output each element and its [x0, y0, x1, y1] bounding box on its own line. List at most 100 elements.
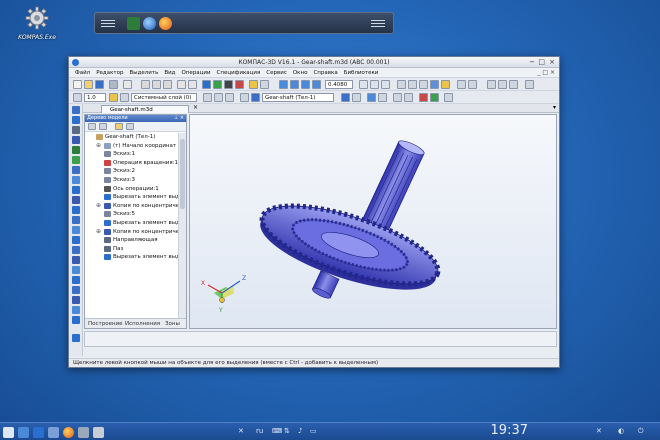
menu-select[interactable]: Выделить: [126, 68, 161, 76]
tool-lib-icon[interactable]: [72, 316, 80, 324]
color-icon[interactable]: [341, 93, 350, 102]
tray-user-icon[interactable]: ◐: [618, 427, 624, 435]
desktop-icon-kompas[interactable]: KOMPAS.Exe: [14, 6, 60, 41]
copy-icon[interactable]: [152, 80, 161, 89]
perspective-icon[interactable]: [457, 80, 466, 89]
filter-icon[interactable]: [487, 80, 496, 89]
browser-globe-icon[interactable]: [143, 17, 156, 30]
tree-item[interactable]: Ось операции:1: [85, 185, 178, 194]
snap-icon[interactable]: [498, 80, 507, 89]
tool-symbols-icon[interactable]: [72, 236, 80, 244]
open-file-icon[interactable]: [84, 80, 93, 89]
halftone-icon[interactable]: [430, 80, 439, 89]
halftone-edges-icon[interactable]: [441, 80, 450, 89]
tool-pipes-icon[interactable]: [72, 246, 80, 254]
tool-assembly-icon[interactable]: [72, 276, 80, 284]
taskbar-app-icon[interactable]: [48, 427, 59, 438]
tool-array-icon[interactable]: [72, 156, 80, 164]
taskbar-window-icon[interactable]: [78, 427, 89, 438]
tool-mates-icon[interactable]: [72, 256, 80, 264]
tray-network-icon[interactable]: ⇅: [284, 427, 290, 435]
tab-construction[interactable]: Построение: [88, 321, 123, 327]
close-button[interactable]: ×: [549, 58, 555, 66]
close-tab-icon[interactable]: ×: [193, 104, 198, 111]
print-icon[interactable]: [109, 80, 118, 89]
pan-icon[interactable]: [370, 80, 379, 89]
menu-specification[interactable]: Спецификация: [214, 68, 264, 76]
tool-bottom-icon[interactable]: [72, 334, 80, 342]
menu-editor[interactable]: Редактор: [93, 68, 126, 76]
body-field[interactable]: Gear-shaft (Тел-1): [262, 93, 334, 102]
save-icon[interactable]: [95, 80, 104, 89]
panel-menu-left-icon[interactable]: [101, 20, 115, 28]
tree-sort-icon[interactable]: [126, 123, 134, 130]
launcher-app-icon[interactable]: [127, 17, 140, 30]
orientation-icon-2[interactable]: [240, 93, 249, 102]
tool-filter-icon[interactable]: [72, 186, 80, 194]
tree-item[interactable]: Эскиз:3: [85, 176, 178, 185]
expand-icon[interactable]: ⊕: [96, 202, 101, 209]
manager-icon[interactable]: [202, 80, 211, 89]
tool-macro-icon[interactable]: [72, 286, 80, 294]
tool-render-icon[interactable]: [72, 306, 80, 314]
new-file-icon[interactable]: [73, 80, 82, 89]
tree-view-icon[interactable]: [88, 123, 96, 130]
tree-scrollbar[interactable]: [178, 133, 186, 318]
tool-weld-icon[interactable]: [72, 266, 80, 274]
menu-window[interactable]: Окно: [290, 68, 311, 76]
preview-icon[interactable]: [123, 80, 132, 89]
tab-gear-shaft[interactable]: Gear-shaft.m3d: [101, 105, 189, 113]
zoom-field[interactable]: 0.4080: [325, 80, 353, 89]
model-viewport[interactable]: X Z Y: [189, 114, 557, 329]
menu-libraries[interactable]: Библиотеки: [341, 68, 382, 76]
hidden-lines-icon[interactable]: [408, 80, 417, 89]
line-style-icon[interactable]: [393, 93, 402, 102]
tree-item[interactable]: Вырезать элемент выда: [85, 219, 178, 228]
layer-list-icon[interactable]: [120, 93, 129, 102]
tree-item[interactable]: Паз: [85, 245, 178, 254]
extra-tools-icon[interactable]: [525, 80, 534, 89]
mdi-controls[interactable]: _ □ ×: [537, 69, 555, 76]
orientation-select-icon[interactable]: [214, 93, 223, 102]
rotate-icon[interactable]: [359, 80, 368, 89]
taskbar-firefox-icon[interactable]: [63, 427, 74, 438]
tool-analysis-icon[interactable]: [72, 296, 80, 304]
line-dropdown-icon[interactable]: [404, 93, 413, 102]
cut-tool-icon[interactable]: [141, 80, 150, 89]
tray-close-icon[interactable]: ✕: [238, 427, 244, 435]
section-icon[interactable]: [468, 80, 477, 89]
tree-item[interactable]: Эскиз:5: [85, 210, 178, 219]
zoom-scale-icon[interactable]: [312, 80, 321, 89]
tree-filter-icon[interactable]: [99, 123, 107, 130]
mcs-icon[interactable]: [419, 93, 428, 102]
menu-help[interactable]: Справка: [310, 68, 340, 76]
tree-highlight-icon[interactable]: [115, 123, 123, 130]
undo-icon[interactable]: [177, 80, 186, 89]
tree-pin-close-icon[interactable]: ⊥ ×: [174, 115, 184, 121]
tray-volume-icon[interactable]: ♪: [298, 427, 302, 435]
tree-item[interactable]: Направляющая: [85, 236, 178, 245]
tab-zones[interactable]: Зоны: [165, 321, 180, 327]
mcs-green-icon[interactable]: [430, 93, 439, 102]
tool-constructions-icon[interactable]: [72, 166, 80, 174]
help-pointer-icon[interactable]: [260, 80, 269, 89]
step-field[interactable]: 1.0: [84, 93, 106, 102]
tree-item[interactable]: ⊕ (т) Начало координат: [85, 142, 178, 151]
firefox-icon[interactable]: [159, 17, 172, 30]
show-desktop-icon[interactable]: [18, 427, 29, 438]
tray-close-right-icon[interactable]: ✕: [596, 427, 602, 435]
tool-spec-icon[interactable]: [72, 206, 80, 214]
tree-item[interactable]: Эскиз:2: [85, 167, 178, 176]
file-manager-icon[interactable]: [33, 427, 44, 438]
tabs-dropdown-icon[interactable]: ▾: [553, 104, 556, 111]
optical-props-icon[interactable]: [367, 93, 376, 102]
tool-sheet-icon[interactable]: [72, 196, 80, 204]
menu-file[interactable]: Файл: [69, 68, 93, 76]
optical-dropdown-icon[interactable]: [378, 93, 387, 102]
orientation-icon[interactable]: [381, 80, 390, 89]
more-icon[interactable]: [444, 93, 453, 102]
plane-icon[interactable]: [225, 93, 234, 102]
properties-panel[interactable]: [84, 331, 557, 347]
expand-icon[interactable]: ⊕: [96, 228, 101, 235]
language-indicator[interactable]: ru: [256, 427, 263, 435]
